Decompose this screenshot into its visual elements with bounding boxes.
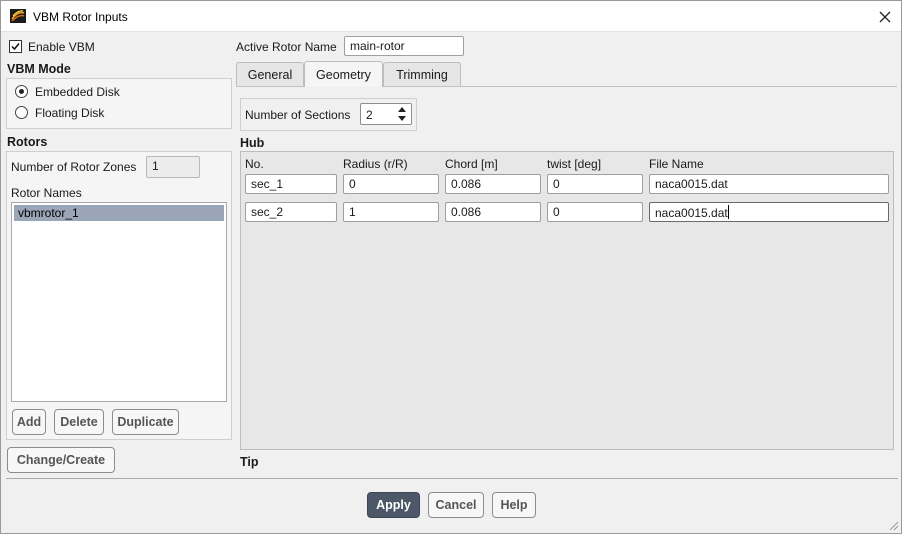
- rotor-names-label: Rotor Names: [11, 186, 82, 200]
- delete-button[interactable]: Delete: [54, 409, 104, 435]
- active-rotor-field[interactable]: main-rotor: [344, 36, 464, 56]
- list-item[interactable]: vbmrotor_1: [14, 205, 224, 221]
- rotor-names-list[interactable]: vbmrotor_1: [11, 202, 227, 402]
- sec1-file-field[interactable]: naca0015.dat: [649, 174, 889, 194]
- cancel-button[interactable]: Cancel: [428, 492, 484, 518]
- sec1-chord-field[interactable]: 0.086: [445, 174, 541, 194]
- sec2-chord-field[interactable]: 0.086: [445, 202, 541, 222]
- rotor-zones-label: Number of Rotor Zones: [11, 160, 137, 174]
- resize-grip-icon[interactable]: [887, 519, 899, 531]
- sections-value: 2: [366, 108, 373, 122]
- embedded-disk-radio[interactable]: [15, 85, 28, 98]
- column-header-chord: Chord [m]: [445, 157, 498, 171]
- sec1-twist-field[interactable]: 0: [547, 174, 643, 194]
- enable-vbm-checkbox[interactable]: [9, 40, 22, 53]
- vbm-rotor-inputs-dialog: VBM Rotor Inputs Enable VBM VBM Mode Emb…: [0, 0, 902, 534]
- add-button[interactable]: Add: [12, 409, 46, 435]
- window-title: VBM Rotor Inputs: [33, 10, 128, 24]
- footer-divider: [6, 478, 898, 479]
- change-create-button[interactable]: Change/Create: [7, 447, 115, 473]
- sec1-no-field[interactable]: sec_1: [245, 174, 337, 194]
- embedded-disk-label: Embedded Disk: [35, 85, 120, 99]
- sec2-radius-field[interactable]: 1: [343, 202, 439, 222]
- sec2-twist-field[interactable]: 0: [547, 202, 643, 222]
- floating-disk-radio[interactable]: [15, 106, 28, 119]
- sec2-no-field[interactable]: sec_2: [245, 202, 337, 222]
- tip-title: Tip: [240, 455, 259, 469]
- tab-trimming[interactable]: Trimming: [383, 62, 461, 87]
- sec2-file-field[interactable]: naca0015.dat: [649, 202, 889, 222]
- enable-vbm-label: Enable VBM: [28, 40, 95, 54]
- rotor-zones-field: 1: [146, 156, 200, 178]
- text-caret: [727, 205, 729, 219]
- column-header-twist: twist [deg]: [547, 157, 602, 171]
- close-button[interactable]: [869, 1, 901, 32]
- hub-panel: [240, 151, 894, 450]
- duplicate-button[interactable]: Duplicate: [112, 409, 179, 435]
- sections-spinner[interactable]: 2: [360, 103, 412, 125]
- sections-label: Number of Sections: [245, 108, 351, 122]
- sec2-file-value: naca0015.dat: [655, 206, 728, 220]
- floating-disk-label: Floating Disk: [35, 106, 105, 120]
- column-header-file-name: File Name: [649, 157, 704, 171]
- sec1-radius-field[interactable]: 0: [343, 174, 439, 194]
- rotors-title: Rotors: [7, 135, 48, 149]
- apply-button[interactable]: Apply: [367, 492, 420, 518]
- tab-geometry[interactable]: Geometry: [304, 61, 383, 87]
- checkmark-icon: [11, 43, 20, 51]
- tab-general[interactable]: General: [236, 62, 304, 87]
- hub-title: Hub: [240, 136, 265, 150]
- column-header-radius: Radius (r/R): [343, 157, 408, 171]
- column-header-no: No.: [245, 157, 264, 171]
- help-button[interactable]: Help: [492, 492, 536, 518]
- vbm-mode-title: VBM Mode: [7, 62, 71, 76]
- active-rotor-label: Active Rotor Name: [236, 40, 337, 54]
- close-icon: [879, 11, 891, 22]
- spinner-arrows-icon[interactable]: [396, 105, 408, 123]
- app-icon: [10, 9, 26, 23]
- title-bar: VBM Rotor Inputs: [1, 1, 901, 32]
